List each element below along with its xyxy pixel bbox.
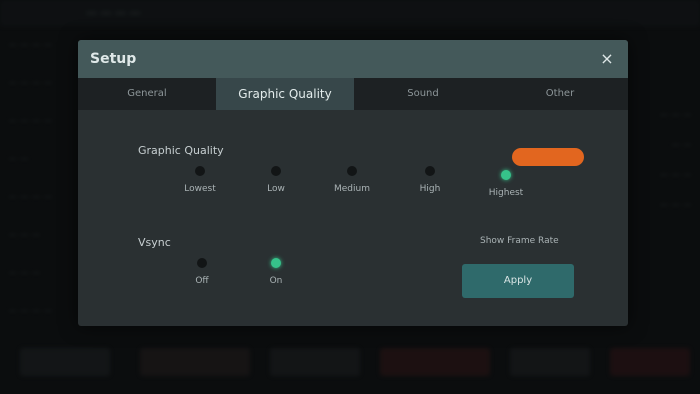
background-card	[380, 348, 490, 376]
radio-dot	[271, 258, 281, 268]
radio-label: Off	[195, 276, 209, 286]
tab-sound[interactable]: Sound	[354, 78, 492, 110]
radio-label: Highest	[488, 188, 524, 198]
background-card	[20, 348, 110, 376]
close-icon[interactable]: ×	[596, 48, 618, 70]
background-card	[140, 348, 250, 376]
background-sidebar-item: — —	[8, 154, 29, 164]
background-right-item: — — —	[659, 110, 692, 120]
background-right-item: — — —	[659, 170, 692, 180]
radio-vsync-off[interactable]: Off	[172, 258, 232, 286]
radio-quality-low[interactable]: Low	[246, 166, 306, 194]
tab-graphic-quality[interactable]: Graphic Quality	[216, 78, 354, 110]
radio-label: Medium	[334, 184, 370, 194]
background-sidebar-item: — — — —	[8, 78, 53, 88]
background-card	[270, 348, 360, 376]
radio-dot	[501, 170, 511, 180]
radio-quality-medium[interactable]: Medium	[322, 166, 382, 194]
radio-quality-high[interactable]: High	[400, 166, 460, 194]
radio-label: Low	[267, 184, 285, 194]
background-sidebar-item: — — — —	[8, 40, 53, 50]
background-sidebar-item: — — — —	[8, 306, 53, 316]
background-right-item: — —	[671, 140, 692, 150]
show-frame-rate-label: Show Frame Rate	[480, 236, 559, 246]
radio-dot	[197, 258, 207, 268]
radio-quality-highest[interactable]: Highest	[476, 170, 536, 198]
radio-vsync-on[interactable]: On	[246, 258, 306, 286]
tab-bar: General Graphic Quality Sound Other	[78, 78, 628, 110]
background-topbar: — — — —	[0, 0, 700, 26]
dialog-header: Setup ×	[78, 40, 628, 78]
background-sidebar-item: — — —	[8, 268, 41, 278]
background-title: — — — —	[86, 6, 141, 19]
tab-other[interactable]: Other	[492, 78, 628, 110]
setup-dialog: Setup × General Graphic Quality Sound Ot…	[78, 40, 628, 326]
graphic-quality-label: Graphic Quality	[138, 144, 224, 157]
background-card	[610, 348, 690, 376]
radio-label: Lowest	[184, 184, 216, 194]
background-sidebar-item: — — —	[8, 230, 41, 240]
orange-indicator-button[interactable]	[512, 148, 584, 166]
background-sidebar-item: — — — —	[8, 192, 53, 202]
background-bottom-strip	[0, 330, 700, 394]
tab-general[interactable]: General	[78, 78, 216, 110]
vsync-label: Vsync	[138, 236, 171, 249]
background-sidebar-item: — — — —	[8, 116, 53, 126]
radio-dot	[347, 166, 357, 176]
radio-label: High	[419, 184, 441, 194]
background-card	[510, 348, 590, 376]
radio-dot	[271, 166, 281, 176]
dialog-title: Setup	[90, 51, 137, 67]
radio-label: On	[269, 276, 283, 286]
radio-quality-lowest[interactable]: Lowest	[170, 166, 230, 194]
background-right-item: — — —	[659, 200, 692, 210]
radio-dot	[195, 166, 205, 176]
radio-dot	[425, 166, 435, 176]
apply-button[interactable]: Apply	[462, 264, 574, 298]
